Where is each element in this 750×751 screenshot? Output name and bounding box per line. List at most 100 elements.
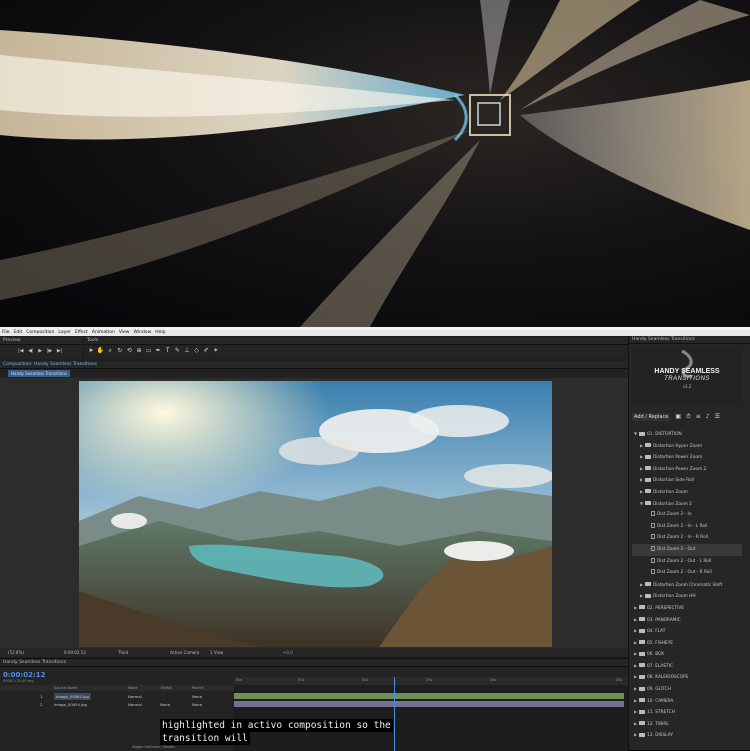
timeline-tab[interactable]: Handy Seamless Transitions [3,660,66,665]
menu-file[interactable]: File [2,330,10,336]
camera-select[interactable]: Active Camera [170,648,199,657]
clone-stamp-tool-icon[interactable]: ⊥ [183,347,191,354]
tree-preset[interactable]: Dist Zoom 2 - In - R Roll [632,532,742,544]
layer-row[interactable]: 1 Image_00062.jpg Normal None [0,693,234,700]
current-time-display[interactable]: 0:00:02:12 [3,671,46,679]
selection-tool-icon[interactable]: ➤ [87,347,95,354]
layer-name[interactable]: Image_00054.jpg [54,701,87,708]
mask-tool-icon[interactable]: ▭ [145,347,153,354]
preset-file-icon [651,545,655,551]
prev-frame-button[interactable]: ◀| [28,348,34,354]
frame-icon[interactable]: ▣ [675,413,681,420]
tree-preset[interactable]: Dist Zoom 2 - In - L Roll [632,521,742,533]
menu-view[interactable]: View [119,330,130,336]
tree-folder[interactable]: ▶ Distortion Zoom [632,486,742,498]
menu-composition[interactable]: Composition [26,330,54,336]
tree-item-label: 02. PERSPECTIVE [647,605,685,611]
tree-preset[interactable]: Dist Zoom 2 - Out - L Roll [632,556,742,568]
layer-bar[interactable] [234,701,624,707]
menu-animation[interactable]: Animation [92,330,115,336]
tree-folder[interactable]: ▼ 01. DISTORTION [632,428,742,440]
roto-brush-tool-icon[interactable]: ✐ [202,347,210,354]
tree-folder[interactable]: ▶ 10. CAMERA [632,695,742,707]
puppet-tool-icon[interactable]: ✶ [212,347,220,354]
time-ruler[interactable]: 00s 01s 02s 03s 04s 05s [234,677,628,685]
layer-parent[interactable]: None [192,693,202,700]
timer-icon[interactable]: ⏱ [686,413,691,421]
tree-folder[interactable]: ▶ 06. BOX [632,648,742,660]
menu-icon[interactable]: ☰ [715,413,720,420]
tree-folder[interactable]: ▶ 09. GLITCH [632,683,742,695]
comp-breadcrumb[interactable]: Handy Seamless Transitions [8,370,70,377]
tree-preset[interactable]: Dist Zoom 2 - Out [632,543,742,556]
tree-folder[interactable]: ▶ 04. FLAT [632,625,742,637]
play-button[interactable]: ▶ [38,348,42,354]
tree-folder[interactable]: ▶ Distortion Zoom HH [632,590,742,602]
layer-bar[interactable] [234,693,624,699]
layer-number: 1 [40,694,43,699]
layer-parent[interactable]: None [192,701,202,708]
folder-icon [639,640,645,645]
viewer-time[interactable]: 0:00:02:12 [64,648,86,657]
last-frame-button[interactable]: ▶| [57,348,63,354]
tree-folder[interactable]: ▶ Distortion Side Roll [632,474,742,486]
tree-item-label: Dist Zoom 2 - Out [657,546,696,552]
pan-behind-tool-icon[interactable]: ⊕ [135,347,143,354]
menu-help[interactable]: Help [155,330,165,336]
plugin-panel: Handy Seamless Transitions HANDY SEAMLES… [628,336,750,750]
tree-folder[interactable]: ▶ 08. KALEIDOSCOPE [632,671,742,683]
tree-folder[interactable]: ▶ Distortion Power Zoom 2 [632,463,742,475]
layer-trkmat[interactable]: None [160,701,170,708]
menu-edit[interactable]: Edit [14,330,23,336]
ruler-tick: 00s [236,678,243,682]
camera-tool-icon[interactable]: ⟲ [125,347,133,354]
playhead[interactable] [394,677,395,751]
rotate-tool-icon[interactable]: ↻ [116,347,124,354]
preset-tree: ▼ 01. DISTORTION ▶ Distortion Hyper Zoom ▶ Di… [632,428,742,741]
next-frame-button[interactable]: |▶ [47,348,53,354]
hand-tool-icon[interactable]: ✋ [97,347,105,354]
menu-effect[interactable]: Effect [75,330,88,336]
tree-folder[interactable]: ▶ 11. STRETCH [632,706,742,718]
layer-mode[interactable]: Normal [128,701,142,708]
preview-panel-header: Preview [0,337,82,345]
layer-row[interactable]: 2 Image_00054.jpg Normal None None [0,701,234,708]
views-select[interactable]: 1 View [210,648,223,657]
tree-folder[interactable]: ▶ 13. DISSLAY [632,729,742,741]
menu-layer[interactable]: Layer [58,330,71,336]
first-frame-button[interactable]: |◀ [18,348,24,354]
zoom-tool-icon[interactable]: ⌕ [106,347,114,355]
brush-tool-icon[interactable]: ✎ [173,347,181,354]
folder-icon [639,431,645,436]
composition-canvas[interactable] [79,381,552,647]
ruler-tick: 03s [426,678,433,682]
tree-folder[interactable]: ▼ Distortion Zoom 2 [632,498,742,510]
tree-folder[interactable]: ▶ Distortion Zoom Chromatic Shift [632,579,742,591]
tree-folder[interactable]: ▶ 03. PANORAMIC [632,614,742,626]
composition-tab[interactable]: Composition: Handy Seamless Transitions [3,362,97,367]
tree-folder[interactable]: ▶ 12. TWIRL [632,718,742,730]
logo-subtitle: TRANSITIONS [664,376,710,382]
exposure-offset[interactable]: +0.0 [283,648,293,657]
tree-preset[interactable]: Dist Zoom 2 - In [632,509,742,521]
tree-folder[interactable]: ▶ 05. FISHEYE [632,637,742,649]
pen-tool-icon[interactable]: ✒ [154,347,162,354]
stack-icon[interactable]: ≡ [696,413,701,420]
tree-preset[interactable]: Dist Zoom 2 - Out - R Roll [632,567,742,579]
tree-folder[interactable]: ▶ Distortion Power Zoom [632,451,742,463]
tree-folder[interactable]: ▶ 02. PERSPECTIVE [632,602,742,614]
add-replace-button[interactable]: Add / Replace [632,412,671,421]
menu-window[interactable]: Window [134,330,152,336]
eraser-tool-icon[interactable]: ◇ [193,347,201,354]
folder-icon [639,698,645,703]
tree-folder[interactable]: ▶ Distortion Hyper Zoom [632,440,742,452]
zoom-level[interactable]: (52.8%) [8,648,24,657]
toggle-switches-modes[interactable]: Toggle Switches / Modes [132,745,175,749]
ruler-tick: 02s [362,678,369,682]
layer-mode[interactable]: Normal [128,693,142,700]
type-tool-icon[interactable]: T [164,347,172,354]
sound-icon[interactable]: ♪ [706,413,710,420]
layer-name[interactable]: Image_00062.jpg [54,693,91,700]
resolution-select[interactable]: Third [118,648,128,657]
tree-folder[interactable]: ▶ 07. ELASTIC [632,660,742,672]
